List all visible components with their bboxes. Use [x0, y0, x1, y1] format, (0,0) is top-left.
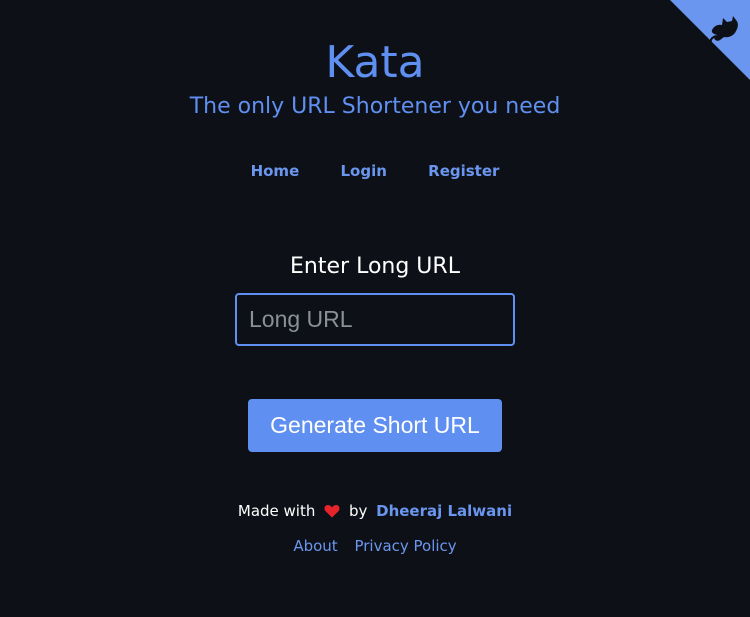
page: Kata The only URL Shortener you need Hom…	[0, 0, 750, 617]
main-nav: Home Login Register	[0, 160, 750, 182]
privacy-policy-link[interactable]: Privacy Policy	[354, 537, 456, 555]
generate-short-url-button[interactable]: Generate Short URL	[248, 399, 502, 452]
footer-credit: Made with by Dheeraj Lalwani	[0, 500, 750, 522]
nav-login-link[interactable]: Login	[340, 162, 386, 180]
long-url-label: Enter Long URL	[290, 254, 460, 279]
nav-home-link[interactable]: Home	[251, 162, 300, 180]
heart-icon	[324, 504, 340, 518]
long-url-input[interactable]	[235, 293, 515, 346]
made-with-text: Made with	[237, 502, 316, 520]
nav-register-link[interactable]: Register	[428, 162, 499, 180]
footer-links: About Privacy Policy	[0, 535, 750, 557]
page-title: Kata	[325, 37, 425, 88]
by-text: by	[348, 502, 368, 520]
page-subtitle: The only URL Shortener you need	[189, 94, 561, 119]
author-link[interactable]: Dheeraj Lalwani	[376, 502, 512, 520]
about-link[interactable]: About	[293, 537, 337, 555]
